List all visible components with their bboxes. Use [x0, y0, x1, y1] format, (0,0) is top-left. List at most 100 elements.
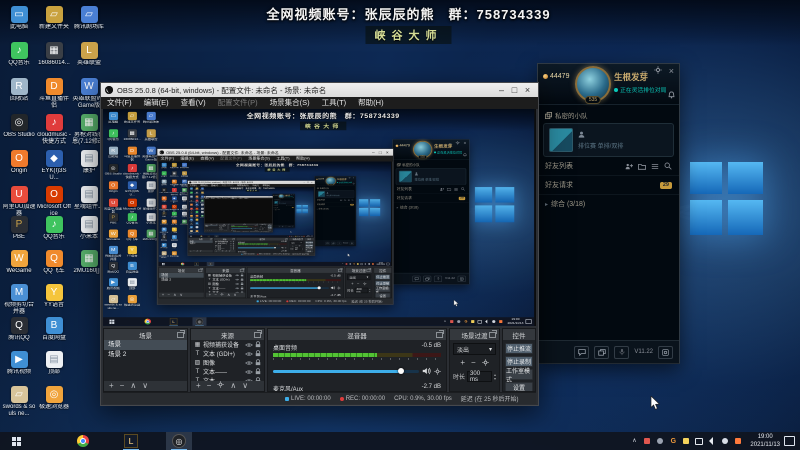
desktop-icon[interactable]: ▱ 新建文件夹 [37, 6, 71, 31]
search-icon[interactable] [664, 162, 672, 170]
obs-minimize-button[interactable]: – [495, 83, 508, 97]
menu-item[interactable]: 文件(F) [101, 97, 138, 109]
desktop-icon[interactable]: ▭ 此电脑 [2, 6, 36, 31]
eye-icon[interactable] [245, 378, 253, 381]
tray-icon[interactable]: G [669, 437, 677, 445]
properties-icon[interactable] [217, 381, 224, 391]
lol-settings-gear-icon[interactable] [654, 66, 662, 76]
tray-icon[interactable]: ∧ [630, 437, 638, 445]
desktop-icon[interactable]: ♪ QQ音乐 [2, 42, 36, 67]
lock-icon[interactable] [255, 377, 261, 381]
taskbar-obs[interactable]: ◎ [166, 432, 192, 450]
desktop-icon[interactable]: M 视频剪切合并器 [2, 284, 36, 316]
lol-close-button[interactable]: × [669, 66, 674, 76]
action-center-icon[interactable] [784, 436, 795, 446]
microphone-icon[interactable] [614, 345, 630, 359]
move-down-icon[interactable]: ∨ [242, 381, 248, 391]
spinbox-arrows[interactable]: ▴ ▾ [494, 372, 496, 381]
taskbar-clock[interactable]: 19:00 2021/11/13 [746, 433, 784, 449]
desktop-icon[interactable]: ▱ 腾讯剧场库 [72, 6, 106, 31]
transition-select[interactable]: 淡出 ▾ [453, 343, 496, 355]
source-row[interactable]: ▦ 视频捕获设备 [191, 340, 264, 349]
desktop-icon[interactable]: ◎ 极速浏览器 [37, 386, 71, 411]
control-button[interactable]: 工作室模式 [505, 369, 533, 384]
control-button[interactable]: 停止推流 [505, 343, 533, 354]
remove-icon[interactable]: − [120, 381, 125, 391]
tray-icon[interactable] [734, 437, 742, 445]
start-button[interactable] [4, 432, 28, 450]
control-button[interactable]: 设置 [505, 382, 533, 391]
desktop-icon[interactable]: Y YY语音 [37, 284, 71, 309]
taskbar-lol-client[interactable]: L [118, 432, 144, 450]
obs-maximize-button[interactable]: □ [508, 83, 521, 97]
tray-icon[interactable] [708, 437, 716, 445]
add-icon[interactable]: + [109, 381, 114, 391]
eye-icon[interactable] [245, 360, 253, 366]
windows-stack-icon[interactable] [594, 345, 610, 359]
desktop-icon[interactable]: Q QQ飞车 [37, 250, 71, 275]
gear-icon[interactable] [434, 362, 441, 380]
move-down-icon[interactable]: ∨ [142, 381, 148, 391]
eye-icon[interactable] [245, 351, 253, 357]
add-friend-icon[interactable] [625, 163, 633, 170]
chat-icon[interactable] [574, 345, 590, 359]
friend-group-row[interactable]: ▸ 综合 (3/18) [538, 195, 679, 213]
popout-icon[interactable] [177, 330, 185, 338]
desktop-icon[interactable]: ♪ QQ音乐 [37, 216, 71, 241]
folder-icon[interactable] [638, 163, 646, 170]
desktop-icon[interactable]: ▱ swords & souls ne... [2, 386, 36, 418]
popout-icon[interactable] [254, 330, 262, 338]
obs-close-button[interactable]: × [521, 83, 534, 97]
desktop-icon[interactable]: B 百度网盘 [37, 317, 71, 342]
friend-requests-row[interactable]: 好友请求 29 [538, 176, 679, 195]
desktop-icon[interactable]: ♪ cloudmusic -快捷方式 [37, 114, 71, 146]
source-row[interactable]: T文本—— [191, 376, 264, 381]
party-card[interactable]: 排位赛 单排/双排 [543, 123, 674, 157]
source-row[interactable]: ▨ 图像 [191, 358, 264, 367]
lock-icon[interactable] [255, 350, 261, 357]
obs-titlebar[interactable]: OBS 25.0.8 (64-bit, windows) - 配置文件: 未命名… [101, 83, 538, 97]
popout-icon[interactable] [489, 330, 497, 338]
menu-item[interactable]: 工具(T) [316, 97, 353, 109]
move-up-icon[interactable]: ∧ [230, 381, 236, 391]
menu-item[interactable]: 帮助(H) [352, 97, 389, 109]
volume-slider[interactable] [273, 368, 419, 374]
lock-icon[interactable] [255, 359, 261, 366]
desktop-icon[interactable]: ▦ 16086014... [37, 42, 71, 67]
source-row[interactable]: T文本—— [191, 367, 264, 376]
desktop-icon[interactable]: R 回收站 [2, 78, 36, 103]
move-up-icon[interactable]: ∧ [130, 381, 136, 391]
lock-icon[interactable] [255, 341, 261, 348]
desktop-icon[interactable]: D 斗鱼直播伴侣 [37, 78, 71, 110]
desktop-icon[interactable]: ▤ 顶部 [37, 351, 71, 376]
desktop-icon[interactable]: O Origin [2, 150, 36, 175]
desktop-icon[interactable]: L 英雄联盟 [72, 42, 106, 67]
desktop-icon[interactable]: ◎ OBS Studio [2, 114, 36, 139]
desktop-icon[interactable]: U 阿里UU加速器 [2, 186, 36, 218]
duration-spinbox[interactable]: 300 ms [467, 371, 492, 383]
bell-icon[interactable] [668, 86, 675, 104]
menu-item[interactable]: 场景集合(S) [264, 97, 316, 109]
tray-icon[interactable] [695, 437, 704, 445]
tray-icon[interactable] [682, 437, 690, 445]
desktop-icon[interactable]: O Microsoft Office [37, 186, 71, 218]
taskbar-chrome[interactable] [70, 432, 96, 450]
scene-item[interactable]: 场景 [104, 340, 187, 350]
client-settings-icon[interactable] [658, 345, 673, 359]
desktop-icon[interactable]: W WeGame [2, 250, 36, 275]
speaker-icon[interactable] [422, 362, 431, 380]
scene-item[interactable]: 场景 2 [104, 350, 187, 360]
eye-icon[interactable] [245, 342, 253, 348]
popout-icon[interactable] [436, 330, 444, 338]
menu-item[interactable]: 配置文件(P) [212, 97, 264, 109]
desktop-icon[interactable]: P PBE [2, 216, 36, 241]
summoner-avatar[interactable]: 535 [575, 66, 611, 104]
menu-item[interactable]: 查看(V) [175, 97, 212, 109]
source-row[interactable]: T 文本 (GDI+) [191, 349, 264, 358]
transition-add-icon[interactable]: + [460, 358, 465, 368]
tray-icon[interactable] [656, 437, 664, 445]
eye-icon[interactable] [245, 369, 253, 375]
desktop-icon[interactable]: ◆ EYK(I)3S U... [37, 150, 71, 182]
desktop-icon[interactable]: Q 腾讯QQ [2, 317, 36, 342]
lock-icon[interactable] [255, 368, 261, 375]
